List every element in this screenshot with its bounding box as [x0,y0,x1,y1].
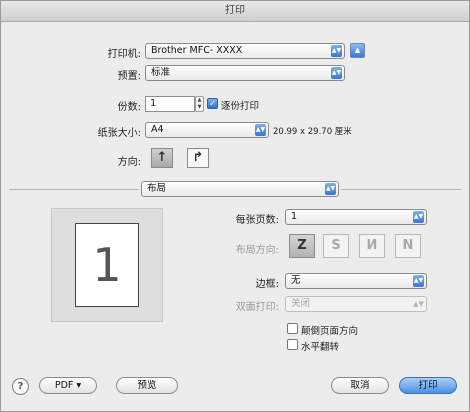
help-button[interactable]: ? [12,378,29,395]
direction-reverse-n-button[interactable]: И [359,234,385,258]
layout-direction-label: 布局方向: [235,245,279,256]
pdf-menu-button[interactable]: PDF ▾ [39,377,97,394]
duplex-label: 双面打印: [235,302,279,313]
copies-input[interactable]: 1 [145,96,195,112]
expand-dialog-button[interactable]: ▲ [350,43,365,58]
direction-s-button[interactable]: S [323,234,349,258]
preset-label: 预置: [117,71,141,82]
page-preview-pane: 1 [51,208,163,322]
direction-n-button[interactable]: N [395,234,421,258]
reverse-orientation-label: 颠倒页面方向 [301,326,359,337]
border-label: 边框: [255,279,279,290]
paper-size-label: 纸张大小: [97,128,141,139]
pages-per-sheet-value: 1 [291,211,298,222]
separator-right [341,189,461,190]
panel-value: 布局 [147,183,167,194]
border-value: 无 [291,275,301,286]
print-dialog: 打印 打印机: Brother MFC- XXXX ▲▼ ▲ 预置: 标准 ▲▼… [0,0,470,412]
duplex-value: 关闭 [291,298,311,309]
paper-size-value: A4 [151,124,164,135]
popup-arrows-icon: ▲▼ [331,45,342,57]
popup-arrows-icon: ▲▼ [413,275,424,287]
printer-value: Brother MFC- XXXX [151,45,243,56]
print-button[interactable]: 打印 [399,377,457,394]
flip-horizontal-checkbox[interactable] [287,339,298,350]
landscape-orientation-button[interactable]: ↱ [187,148,209,168]
preset-popup[interactable]: 标准 ▲▼ [145,65,345,81]
copies-label: 份数: [117,102,141,113]
pages-per-sheet-popup[interactable]: 1 ▲▼ [285,209,427,225]
border-popup[interactable]: 无 ▲▼ [285,273,427,289]
preview-button[interactable]: 预览 [116,377,178,394]
duplex-popup[interactable]: 关闭 ▲▼ [285,296,427,312]
reverse-orientation-checkbox[interactable] [287,323,298,334]
orientation-label: 方向: [117,157,141,168]
portrait-orientation-button[interactable]: ↑ [151,148,173,168]
printer-label: 打印机: [107,49,141,60]
paper-size-popup[interactable]: A4 ▲▼ [145,122,269,138]
copies-stepper[interactable]: ▲ ▼ [195,96,204,112]
panel-popup[interactable]: 布局 ▲▼ [141,181,339,197]
popup-arrows-icon: ▲▼ [255,124,266,136]
popup-arrows-icon: ▲▼ [413,211,424,223]
window-title: 打印 [1,1,469,22]
preset-value: 标准 [151,67,171,78]
separator-left [9,189,139,190]
popup-arrows-icon: ▲▼ [413,300,424,308]
preview-page: 1 [75,223,139,307]
collate-label: 逐份打印 [221,101,260,112]
paper-dimensions: 20.99 x 29.70 厘米 [273,127,352,137]
popup-arrows-icon: ▲▼ [331,67,342,79]
flip-horizontal-label: 水平翻转 [301,342,340,353]
pages-per-sheet-label: 每张页数: [235,215,279,226]
direction-z-button[interactable]: Z [289,234,315,258]
printer-popup[interactable]: Brother MFC- XXXX ▲▼ [145,43,345,59]
collate-checkbox[interactable]: ✓ [207,98,218,109]
popup-arrows-icon: ▲▼ [325,183,336,195]
cancel-button[interactable]: 取消 [331,377,389,394]
